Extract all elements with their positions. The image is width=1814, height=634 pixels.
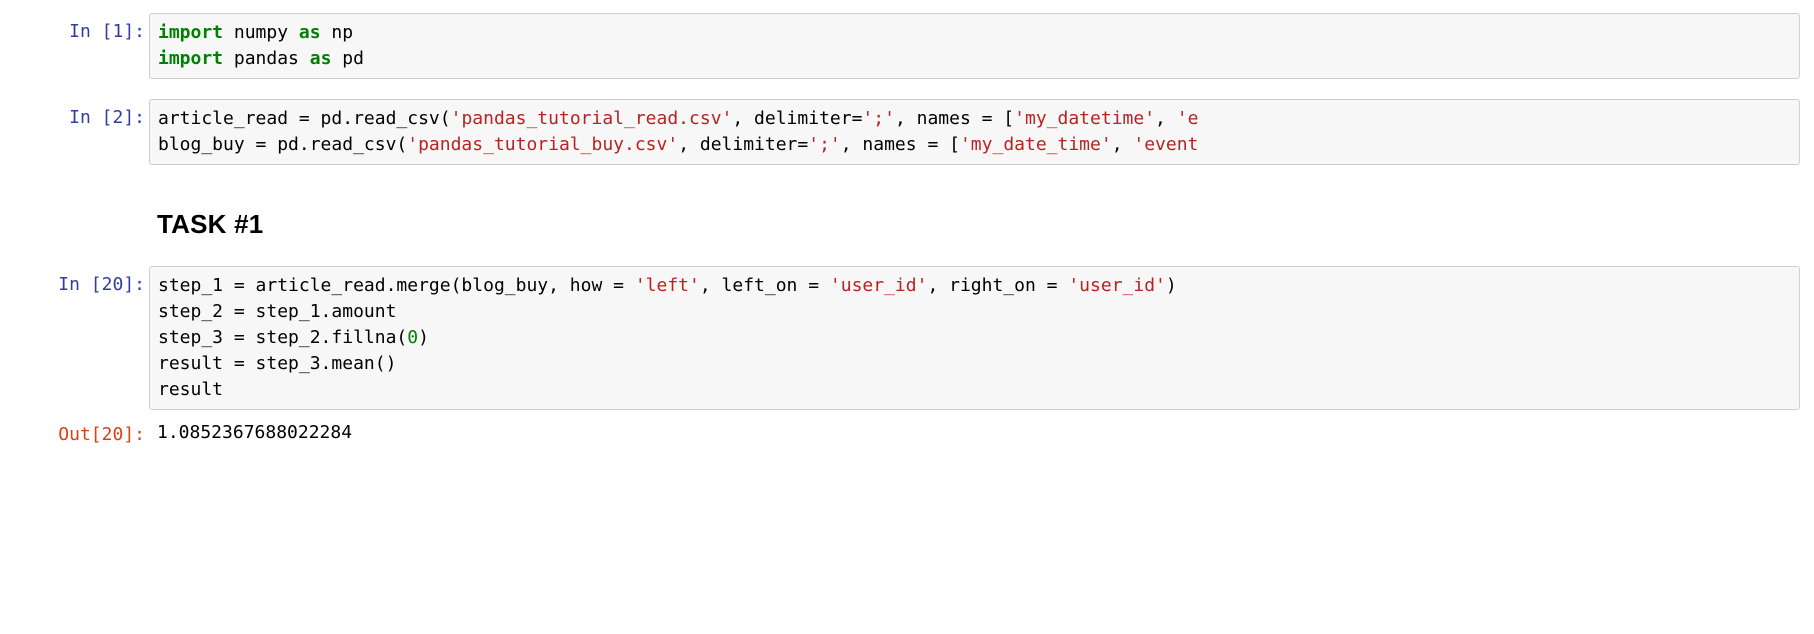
string-literal: ';': [808, 134, 841, 155]
notebook: In [1]: import numpy as np import pandas…: [0, 0, 1814, 473]
spacer: [0, 182, 1814, 196]
code-cell-3: In [20]: step_1 = article_read.merge(blo…: [0, 263, 1814, 413]
string-literal: 'left': [635, 275, 700, 296]
code-text: result = step_3.mean(): [158, 353, 396, 374]
code-content-2: article_read = pd.read_csv('pandas_tutor…: [158, 106, 1791, 158]
code-content-3: step_1 = article_read.merge(blog_buy, ho…: [158, 273, 1791, 403]
string-literal: 'pandas_tutorial_read.csv': [451, 108, 733, 129]
code-cell-1: In [1]: import numpy as np import pandas…: [0, 10, 1814, 82]
code-text: , delimiter=: [678, 134, 808, 155]
string-literal: 'my_datetime': [1014, 108, 1155, 129]
spacer: [0, 82, 1814, 96]
keyword-as: as: [299, 22, 321, 43]
spacer: [0, 168, 1814, 182]
string-literal: 'e: [1177, 108, 1199, 129]
code-input-area-3[interactable]: step_1 = article_read.merge(blog_buy, ho…: [149, 266, 1800, 410]
string-literal: 'event: [1133, 134, 1198, 155]
output-text-3: 1.0852367688022284: [157, 420, 1792, 446]
keyword-import: import: [158, 48, 223, 69]
in-prompt-2: In [2]:: [0, 99, 149, 131]
keyword-import: import: [158, 22, 223, 43]
code-text: step_2 = step_1.amount: [158, 301, 396, 322]
module-name: pandas: [223, 48, 310, 69]
code-text: blog_buy = pd.read_csv(: [158, 134, 407, 155]
string-literal: 'user_id': [1068, 275, 1166, 296]
markdown-area[interactable]: TASK #1: [149, 199, 1800, 246]
code-text: , delimiter=: [732, 108, 862, 129]
code-text: , right_on =: [927, 275, 1068, 296]
code-text: step_3 = step_2.fillna(: [158, 327, 407, 348]
code-text: ): [1166, 275, 1177, 296]
markdown-cell-1: TASK #1: [0, 196, 1814, 249]
code-text: ,: [1155, 108, 1177, 129]
string-literal: 'my_date_time': [960, 134, 1112, 155]
code-input-area-2[interactable]: article_read = pd.read_csv('pandas_tutor…: [149, 99, 1800, 165]
alias-name: np: [321, 22, 354, 43]
code-input-area-1[interactable]: import numpy as np import pandas as pd: [149, 13, 1800, 79]
code-text: ,: [1112, 134, 1134, 155]
code-text: ): [418, 327, 429, 348]
code-text: step_1 = article_read.merge(blog_buy, ho…: [158, 275, 635, 296]
task-heading: TASK #1: [157, 209, 1792, 240]
string-literal: 'user_id': [830, 275, 928, 296]
output-area-3: 1.0852367688022284: [149, 416, 1800, 450]
spacer: [0, 249, 1814, 263]
code-text: article_read = pd.read_csv(: [158, 108, 451, 129]
alias-name: pd: [331, 48, 364, 69]
in-prompt-3: In [20]:: [0, 266, 149, 298]
code-text: result: [158, 379, 223, 400]
in-prompt-1: In [1]:: [0, 13, 149, 45]
keyword-as: as: [310, 48, 332, 69]
module-name: numpy: [223, 22, 299, 43]
markdown-empty-prompt: [0, 199, 149, 205]
code-cell-2: In [2]: article_read = pd.read_csv('pand…: [0, 96, 1814, 168]
string-literal: 'pandas_tutorial_buy.csv': [407, 134, 678, 155]
code-content-1: import numpy as np import pandas as pd: [158, 20, 1791, 72]
code-text: , names = [: [895, 108, 1014, 129]
string-literal: ';': [862, 108, 895, 129]
code-text: , names = [: [841, 134, 960, 155]
output-cell-3: Out[20]: 1.0852367688022284: [0, 413, 1814, 453]
number-literal: 0: [407, 327, 418, 348]
out-prompt-3: Out[20]:: [0, 416, 149, 448]
code-text: , left_on =: [700, 275, 830, 296]
